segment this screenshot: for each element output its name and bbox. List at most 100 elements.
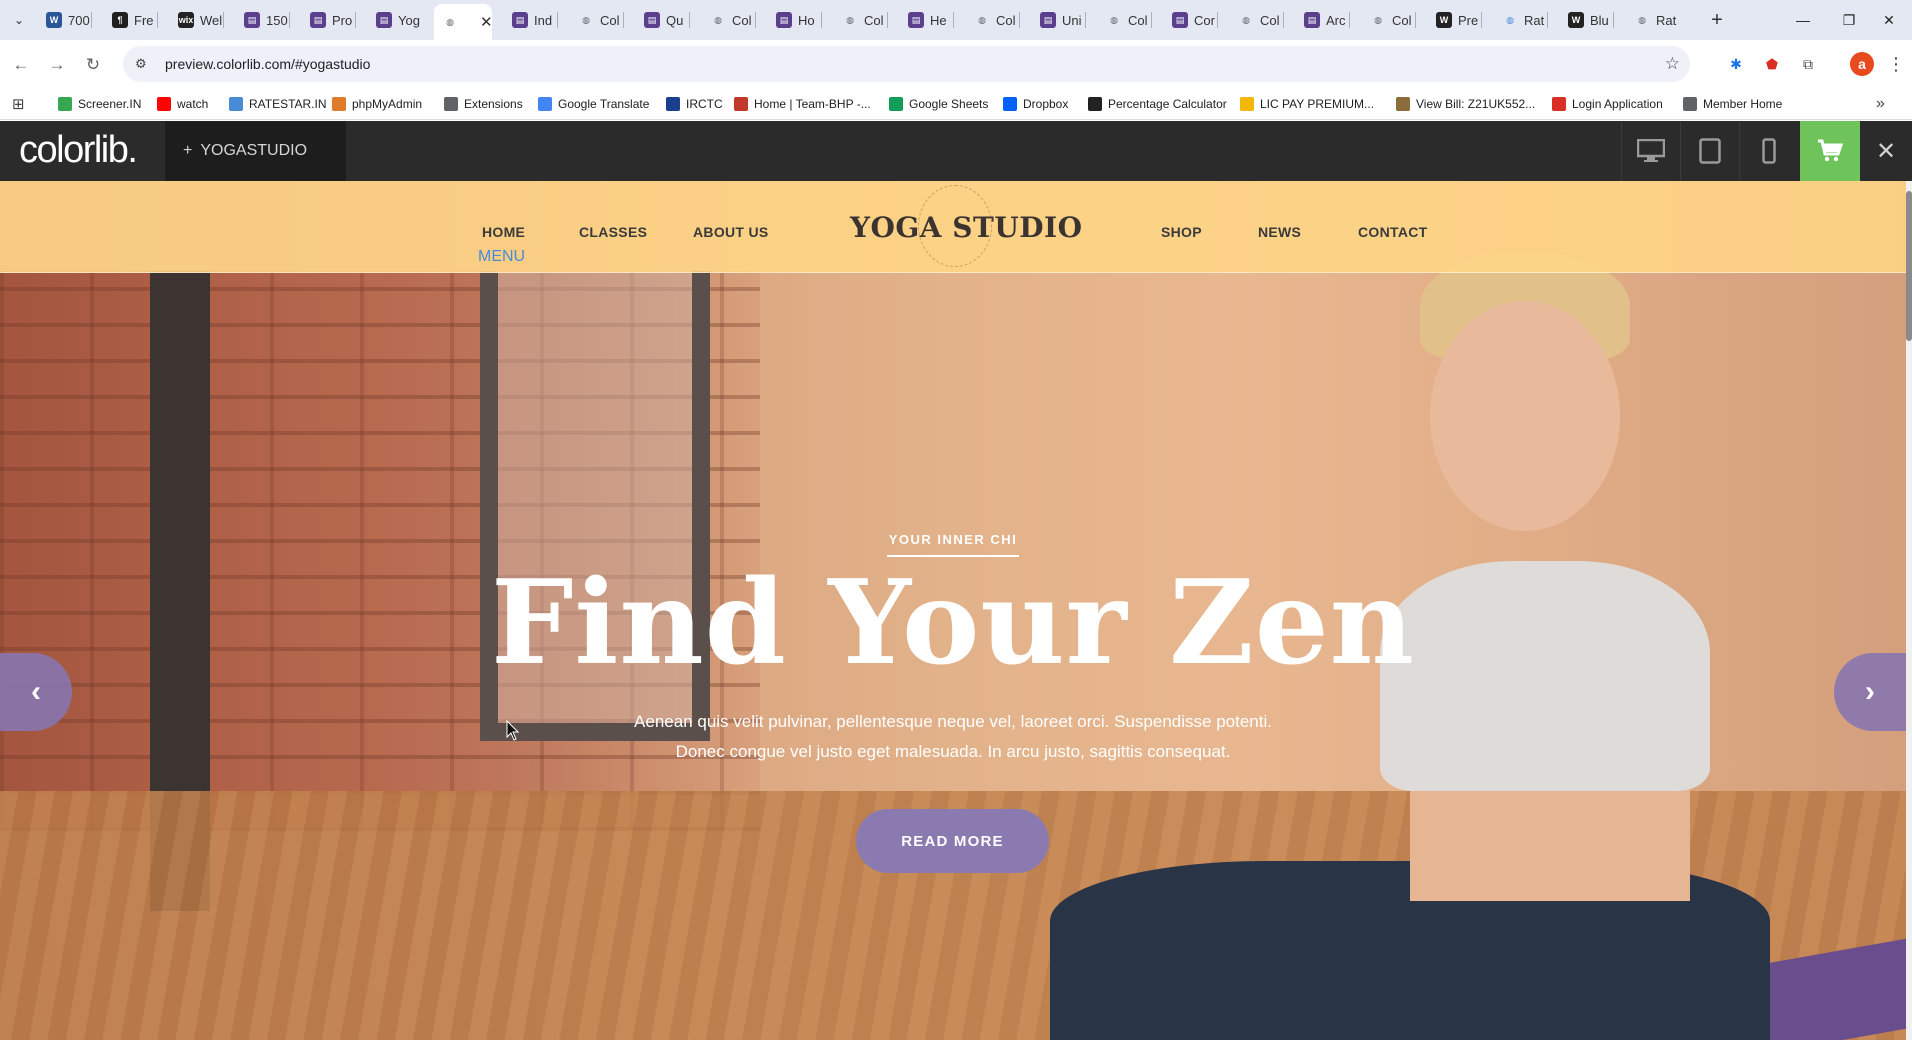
browser-tab[interactable]: ◍ ✕ xyxy=(434,4,492,40)
browser-tab[interactable]: ◍ Col xyxy=(702,6,756,34)
tab-separator xyxy=(755,12,756,28)
bookmark-item[interactable]: Google Translate xyxy=(538,95,649,113)
bookmark-favicon-icon xyxy=(1088,97,1102,111)
browser-tab[interactable]: wix Wel xyxy=(170,6,224,34)
bookmark-item[interactable]: Percentage Calculator xyxy=(1088,95,1227,113)
browser-tab[interactable]: ▤ Uni xyxy=(1032,6,1086,34)
bookmark-star-icon[interactable]: ☆ xyxy=(1665,54,1680,74)
browser-tab[interactable]: ◍ Rat xyxy=(1626,6,1680,34)
bookmark-label: Home | Team-BHP -... xyxy=(754,97,871,111)
new-tab-button[interactable]: + xyxy=(1705,8,1729,32)
tab-title: Col xyxy=(1392,12,1412,28)
tab-close-icon[interactable]: ✕ xyxy=(480,13,492,31)
bookmark-item[interactable]: View Bill: Z21UK552... xyxy=(1396,95,1535,113)
browser-tab[interactable]: ▤ Qu xyxy=(636,6,690,34)
bookmark-item[interactable]: watch xyxy=(157,95,208,113)
browser-tab[interactable]: ▤ Ho xyxy=(768,6,822,34)
back-arrow-icon[interactable]: ← xyxy=(8,52,34,78)
browser-tab[interactable]: ▤ Arc xyxy=(1296,6,1350,34)
shield-extension-icon[interactable]: ⬟ xyxy=(1760,52,1784,76)
tab-separator xyxy=(157,12,158,28)
apps-grid-icon[interactable]: ⊞ xyxy=(12,95,25,113)
profile-avatar[interactable]: a xyxy=(1850,52,1874,76)
browser-menu-icon[interactable]: ⋮ xyxy=(1884,52,1908,76)
more-bookmarks-icon[interactable]: » xyxy=(1876,95,1885,113)
tablet-view-icon[interactable] xyxy=(1680,121,1739,181)
bookmark-favicon-icon xyxy=(666,97,680,111)
mobile-view-icon[interactable] xyxy=(1739,121,1798,181)
site-info-icon[interactable]: ⚙ xyxy=(135,56,155,72)
browser-tab[interactable]: W 700 xyxy=(38,6,92,34)
bookmark-item[interactable]: Login Application xyxy=(1552,95,1663,113)
browser-tab[interactable]: ◍ Col xyxy=(834,6,888,34)
bookmark-label: Google Translate xyxy=(558,97,650,111)
bookmark-item[interactable]: Google Sheets xyxy=(889,95,988,113)
colorlib-logo[interactable]: colorlib. xyxy=(19,129,138,172)
bookmarks-bar: ⊞ Screener.IN watch RATESTAR.IN phpMyAdmin E… xyxy=(0,88,1912,120)
close-demo-icon[interactable]: ✕ xyxy=(1860,121,1912,181)
browser-tab[interactable]: ▤ Ind xyxy=(504,6,558,34)
bookmark-item[interactable]: Home | Team-BHP -... xyxy=(734,95,871,113)
browser-tab[interactable]: ▤ 150 xyxy=(236,6,290,34)
globe-icon: ◍ xyxy=(714,14,722,25)
tab-separator xyxy=(1217,12,1218,28)
tab-title: Col xyxy=(1260,12,1280,28)
browser-tab[interactable]: ◍ Col xyxy=(1230,6,1284,34)
extensions-puzzle-icon[interactable]: ⧉ xyxy=(1796,52,1820,76)
browser-tab[interactable]: ▤ Yog xyxy=(368,6,422,34)
yoga-studio-site: HOME CLASSES ABOUT US SHOP NEWS CONTACT … xyxy=(0,181,1906,1040)
tab-separator xyxy=(223,12,224,28)
tab-title: Cor xyxy=(1194,12,1215,28)
desktop-view-icon[interactable] xyxy=(1621,121,1680,181)
theme-selector[interactable]: + YOGASTUDIO xyxy=(165,121,346,181)
bookmark-label: Extensions xyxy=(464,97,523,111)
bookmark-favicon-icon xyxy=(1396,97,1410,111)
tab-search-chevron-icon[interactable]: ⌄ xyxy=(8,9,30,31)
address-bar[interactable]: ⚙ preview.colorlib.com/#yogastudio ☆ xyxy=(123,46,1690,82)
bookmark-item[interactable]: RATESTAR.IN xyxy=(229,95,327,113)
tab-title: Arc xyxy=(1326,12,1346,28)
globe-icon: ◍ xyxy=(582,14,590,25)
read-more-button[interactable]: READ MORE xyxy=(856,809,1049,873)
browser-tab[interactable]: ▤ Cor xyxy=(1164,6,1218,34)
url-text[interactable]: preview.colorlib.com/#yogastudio xyxy=(165,56,370,72)
tab-separator xyxy=(1283,12,1284,28)
bookmark-label: Google Sheets xyxy=(909,97,989,111)
browser-tab[interactable]: ◍ Col xyxy=(1098,6,1152,34)
extension-icon[interactable]: ✱ xyxy=(1724,52,1748,76)
slider-next-arrow-icon[interactable]: › xyxy=(1834,653,1906,731)
colorlib-icon: ▤ xyxy=(376,12,392,28)
bookmark-item[interactable]: Extensions xyxy=(444,95,523,113)
browser-tab[interactable]: ◍ Col xyxy=(1362,6,1416,34)
reload-icon[interactable]: ↻ xyxy=(80,52,106,78)
bookmark-label: watch xyxy=(177,97,209,111)
bookmark-item[interactable]: Dropbox xyxy=(1003,95,1068,113)
browser-tab[interactable]: ¶ Fre xyxy=(104,6,158,34)
browser-tab[interactable]: W Blu xyxy=(1560,6,1614,34)
globe-icon: ◍ xyxy=(1110,14,1118,25)
bookmark-favicon-icon xyxy=(1683,97,1697,111)
browser-tab[interactable]: W Pre xyxy=(1428,6,1482,34)
bookmark-item[interactable]: IRCTC xyxy=(666,95,723,113)
bookmark-label: Screener.IN xyxy=(78,97,142,111)
bookmark-item[interactable]: Screener.IN xyxy=(58,95,141,113)
theme-name: YOGASTUDIO xyxy=(200,142,308,159)
tab-separator xyxy=(91,12,92,28)
browser-tab[interactable]: ▤ Pro xyxy=(302,6,356,34)
scrollbar-thumb[interactable] xyxy=(1906,191,1912,341)
cart-icon[interactable] xyxy=(1800,121,1860,181)
bookmark-item[interactable]: Member Home xyxy=(1683,95,1782,113)
forward-arrow-icon[interactable]: → xyxy=(44,52,70,78)
colorlib-icon: ▤ xyxy=(512,12,528,28)
minimize-icon[interactable]: — xyxy=(1780,0,1826,40)
browser-tab[interactable]: ◍ Col xyxy=(966,6,1020,34)
bookmark-item[interactable]: phpMyAdmin xyxy=(332,95,422,113)
browser-tab[interactable]: ◍ Col xyxy=(570,6,624,34)
browser-tab[interactable]: ▤ He xyxy=(900,6,954,34)
bookmark-item[interactable]: LIC PAY PREMIUM... xyxy=(1240,95,1374,113)
browser-tab[interactable]: ◍ Rat xyxy=(1494,6,1548,34)
hero-slide: YOUR INNER CHI Find Your Zen Aenean quis… xyxy=(0,181,1906,1040)
page-scrollbar[interactable] xyxy=(1906,181,1912,1040)
window-close-icon[interactable]: ✕ xyxy=(1866,0,1912,40)
wikipedia-icon: W xyxy=(1436,12,1452,28)
